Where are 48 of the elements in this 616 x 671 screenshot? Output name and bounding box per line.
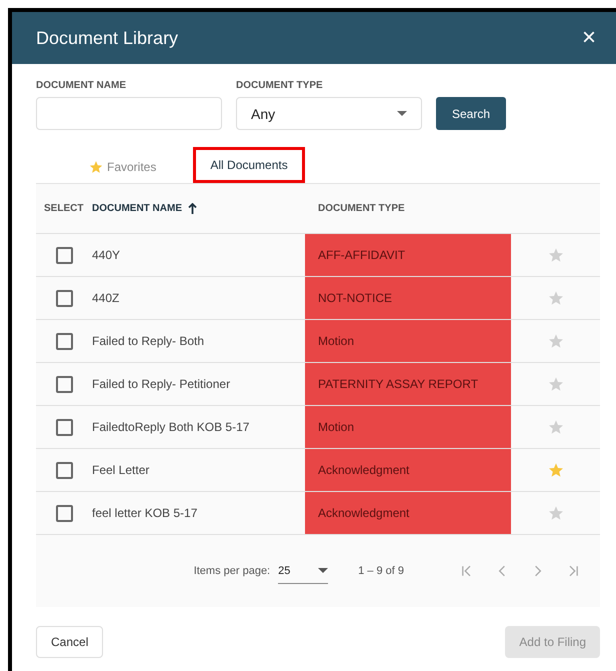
star-icon[interactable] (548, 376, 564, 392)
table-cell-text: Failed to Reply- Both (92, 333, 206, 350)
table-cell: Acknowledgment (305, 492, 511, 534)
caret-icon (397, 111, 407, 116)
table-cell: Acknowledgment (305, 449, 511, 491)
caret-icon (318, 568, 328, 573)
document-type-select[interactable]: Any (236, 97, 422, 130)
star-icon[interactable] (89, 160, 103, 174)
dialog-title: Document Library (36, 28, 178, 48)
row-checkbox[interactable] (56, 376, 73, 392)
row-checkbox[interactable] (56, 290, 73, 306)
star-icon[interactable] (548, 419, 564, 435)
table-cell-text: FailedtoReply Both KOB 5-17 (92, 419, 250, 436)
row-checkbox[interactable] (56, 504, 73, 522)
table-cell: Motion (305, 320, 511, 362)
cancel-button[interactable]: Cancel (36, 626, 104, 658)
field-label: DOCUMENT TYPE (236, 80, 324, 91)
table-cell-text: feel letter KOB 5-17 (92, 505, 198, 522)
field-label: DOCUMENT NAME (36, 80, 127, 91)
sort-arrow-icon (188, 203, 197, 214)
table-cell-text: Feel Letter (92, 462, 150, 479)
star-icon[interactable] (548, 505, 564, 521)
tab[interactable]: All Documents (193, 147, 305, 183)
row-checkbox[interactable] (56, 462, 73, 478)
star-icon[interactable] (548, 333, 564, 349)
row-checkbox[interactable] (56, 418, 73, 436)
close-button[interactable]: × (582, 24, 596, 52)
table-cell-text: 440Z (92, 290, 120, 307)
star-icon[interactable] (548, 247, 564, 263)
table-cell: AFF-AFFIDAVIT (305, 234, 511, 276)
page-range: 1 – 9 of 9 (358, 565, 404, 577)
row-checkbox[interactable] (56, 246, 73, 264)
tab[interactable]: Favorites (72, 147, 174, 183)
table-cell: PATERNITY ASSAY REPORT (305, 363, 511, 405)
items-per-page-label: Items per page: (194, 565, 270, 577)
row-checkbox[interactable] (56, 332, 73, 350)
star-icon[interactable] (548, 462, 564, 478)
search-button[interactable]: Search (436, 97, 506, 130)
column-header[interactable]: SELECT (36, 203, 92, 214)
table-cell: Motion (305, 406, 511, 448)
table-cell: NOT-NOTICE (305, 277, 511, 319)
document-name-field[interactable] (36, 97, 222, 130)
column-header[interactable]: DOCUMENT TYPE (305, 203, 511, 214)
star-icon[interactable] (548, 290, 564, 306)
table-cell-text: Failed to Reply- Petitioner (92, 376, 232, 393)
column-header[interactable]: DOCUMENT NAME (92, 203, 305, 214)
page-size-select[interactable]: 25 (278, 558, 328, 584)
table-cell-text: 440Y (92, 247, 122, 264)
